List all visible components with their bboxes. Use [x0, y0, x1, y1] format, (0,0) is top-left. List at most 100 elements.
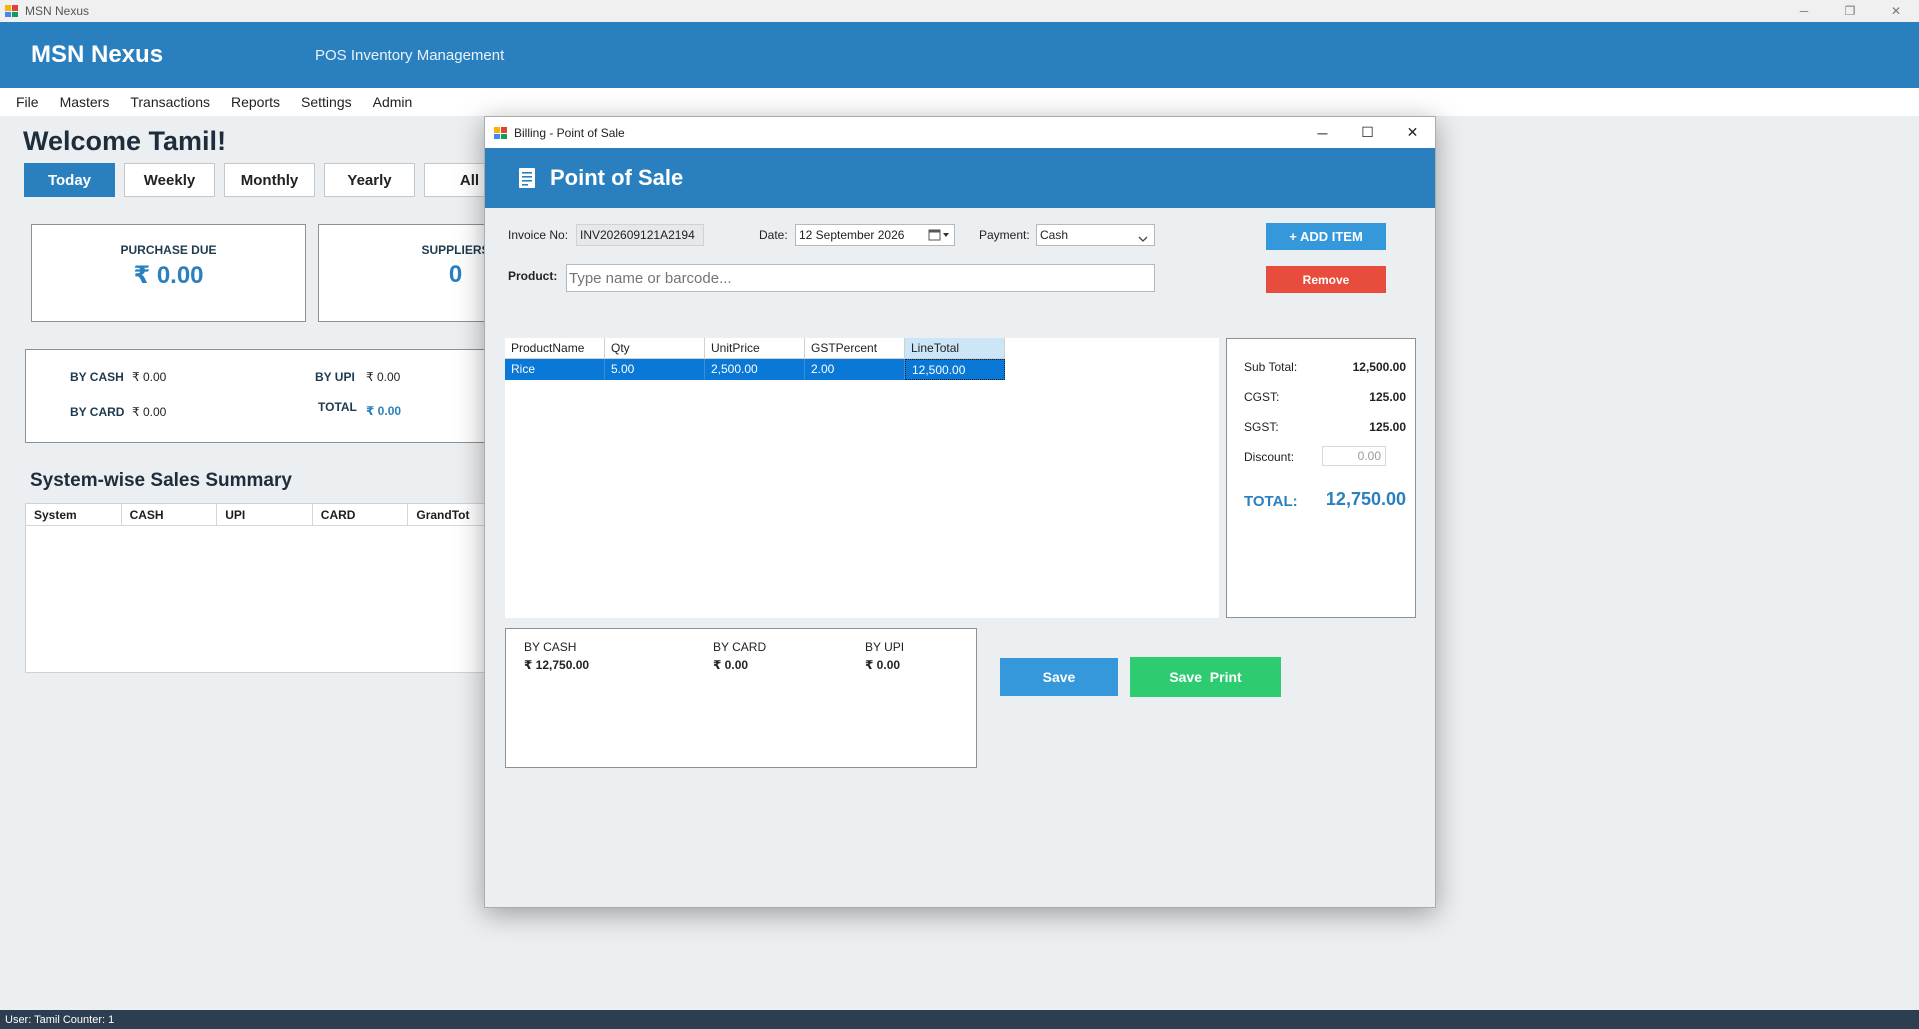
payment-select[interactable]: Cash	[1036, 224, 1155, 246]
system-summary-header: System CASH UPI CARD GrandTot	[26, 504, 504, 526]
menu-transactions[interactable]: Transactions	[130, 94, 210, 110]
grid-cell[interactable]: 12,500.00	[905, 359, 1005, 380]
maximize-icon[interactable]: ☐	[1345, 117, 1390, 148]
by-upi-label: BY UPI	[865, 640, 905, 654]
column-header[interactable]: UPI	[217, 504, 313, 525]
discount-label: Discount:	[1244, 450, 1295, 464]
tab-monthly[interactable]: Monthly	[224, 163, 315, 197]
column-header[interactable]: Qty	[605, 338, 705, 359]
minimize-icon[interactable]: ─	[1300, 117, 1345, 148]
app-header: MSN Nexus POS Inventory Management	[0, 22, 1919, 88]
by-cash-value: ₹ 0.00	[132, 370, 167, 384]
subtotal-value: 12,500.00	[1352, 360, 1406, 374]
total-value: 12,750.00	[1325, 489, 1406, 509]
grid-cell[interactable]: Rice	[505, 359, 605, 380]
total-label: TOTAL:	[1244, 493, 1298, 510]
dialog-body: Invoice No: INV202609121A2194 Date: 12 S…	[485, 208, 1435, 907]
cgst-label: CGST:	[1244, 390, 1280, 404]
dialog-title: Billing - Point of Sale	[514, 125, 625, 140]
total-label: TOTAL	[318, 400, 357, 414]
line-items-grid: ProductName Qty UnitPrice GSTPercent Lin…	[505, 338, 1219, 618]
by-upi-value: ₹ 0.00	[865, 658, 901, 672]
dialog-app-icon	[494, 126, 508, 140]
grid-cell[interactable]: 2,500.00	[705, 359, 805, 380]
by-cash-label: BY CASH	[70, 370, 124, 384]
menu-settings[interactable]: Settings	[301, 94, 352, 110]
dialog-header: Point of Sale	[485, 148, 1435, 208]
dialog-heading: Point of Sale	[550, 165, 684, 190]
date-value: 12 September 2026	[799, 228, 905, 242]
welcome-heading: Welcome Tamil!	[23, 126, 227, 156]
system-summary-table: System CASH UPI CARD GrandTot	[25, 503, 505, 673]
brand-tagline: POS Inventory Management	[315, 46, 505, 64]
system-summary-title: System-wise Sales Summary	[30, 470, 292, 491]
column-header[interactable]: CASH	[122, 504, 218, 525]
table-row[interactable]: Rice 5.00 2,500.00 2.00 12,500.00	[505, 359, 1219, 380]
column-header[interactable]: GSTPercent	[805, 338, 905, 359]
column-header[interactable]: System	[26, 504, 122, 525]
save-print-button[interactable]: Save Print	[1130, 657, 1281, 697]
by-card-label: BY CARD	[70, 405, 125, 419]
save-button[interactable]: Save	[1000, 658, 1118, 696]
sgst-label: SGST:	[1244, 420, 1279, 434]
column-header[interactable]: LineTotal	[905, 338, 1005, 359]
by-card-value: ₹ 0.00	[132, 405, 167, 419]
purchase-due-label: PURCHASE DUE	[120, 243, 217, 257]
status-bar: User: Tamil Counter: 1	[0, 1010, 1919, 1029]
column-header[interactable]: ProductName	[505, 338, 605, 359]
close-icon[interactable]: ✕	[1390, 117, 1435, 148]
by-card-label: BY CARD	[713, 640, 767, 654]
product-label: Product:	[508, 269, 558, 283]
grid-cell[interactable]: 2.00	[805, 359, 905, 380]
receipt-icon	[518, 167, 536, 189]
column-header[interactable]: UnitPrice	[705, 338, 805, 359]
menu-admin[interactable]: Admin	[373, 94, 413, 110]
purchase-due-card: PURCHASE DUE ₹ 0.00	[31, 224, 306, 322]
payment-summary-box: BY CASH ₹ 0.00 BY UPI ₹ 0.00 BY CARD ₹ 0…	[25, 349, 505, 443]
payment-value: Cash	[1040, 228, 1069, 242]
menu-masters[interactable]: Masters	[60, 94, 110, 110]
cgst-value: 125.00	[1369, 390, 1406, 404]
add-item-button[interactable]: + ADD ITEM	[1266, 223, 1386, 250]
close-icon[interactable]: ✕	[1873, 0, 1919, 22]
total-value: ₹ 0.00	[366, 404, 402, 418]
invoice-field[interactable]: INV202609121A2194	[576, 224, 704, 246]
tab-today[interactable]: Today	[24, 163, 115, 197]
billing-dialog: Billing - Point of Sale ─ ☐ ✕ Point of S…	[484, 116, 1436, 908]
by-card-value: ₹ 0.00	[713, 658, 749, 672]
calendar-icon[interactable]	[928, 228, 950, 248]
by-upi-value: ₹ 0.00	[366, 370, 401, 384]
totals-panel: Sub Total: 12,500.00 CGST: 125.00 SGST: …	[1226, 338, 1416, 618]
by-upi-label: BY UPI	[315, 370, 355, 384]
menu-bar: File Masters Transactions Reports Settin…	[0, 88, 1919, 116]
period-tabs: Today Weekly Monthly Yearly All	[24, 163, 515, 197]
payment-label: Payment:	[979, 228, 1030, 242]
grid-header: ProductName Qty UnitPrice GSTPercent Lin…	[505, 338, 1219, 359]
menu-file[interactable]: File	[16, 94, 39, 110]
subtotal-label: Sub Total:	[1244, 360, 1298, 374]
app-titlebar: MSN Nexus ─ ❐ ✕	[0, 0, 1919, 22]
purchase-due-value: ₹ 0.00	[133, 262, 204, 289]
invoice-label: Invoice No:	[508, 228, 569, 242]
app-title: MSN Nexus	[25, 4, 90, 18]
menu-reports[interactable]: Reports	[231, 94, 280, 110]
discount-input[interactable]: 0.00	[1322, 446, 1386, 466]
date-picker[interactable]: 12 September 2026	[795, 224, 955, 246]
chevron-down-icon[interactable]	[1138, 230, 1148, 250]
tab-weekly[interactable]: Weekly	[124, 163, 215, 197]
sgst-value: 125.00	[1369, 420, 1406, 434]
remove-button[interactable]: Remove	[1266, 266, 1386, 293]
tab-yearly[interactable]: Yearly	[324, 163, 415, 197]
window-controls: ─ ❐ ✕	[1781, 0, 1919, 22]
brand-title: MSN Nexus	[31, 41, 164, 68]
payment-breakdown-box: BY CASH ₹ 12,750.00 BY CARD ₹ 0.00 BY UP…	[505, 628, 977, 768]
by-cash-label: BY CASH	[524, 640, 577, 654]
grid-cell[interactable]: 5.00	[605, 359, 705, 380]
product-search-input[interactable]	[566, 264, 1155, 292]
dialog-controls: ─ ☐ ✕	[1300, 117, 1435, 148]
minimize-icon[interactable]: ─	[1781, 0, 1827, 22]
dialog-titlebar: Billing - Point of Sale ─ ☐ ✕	[485, 117, 1435, 148]
column-header[interactable]: CARD	[313, 504, 409, 525]
app-icon	[5, 4, 19, 18]
restore-icon[interactable]: ❐	[1827, 0, 1873, 22]
